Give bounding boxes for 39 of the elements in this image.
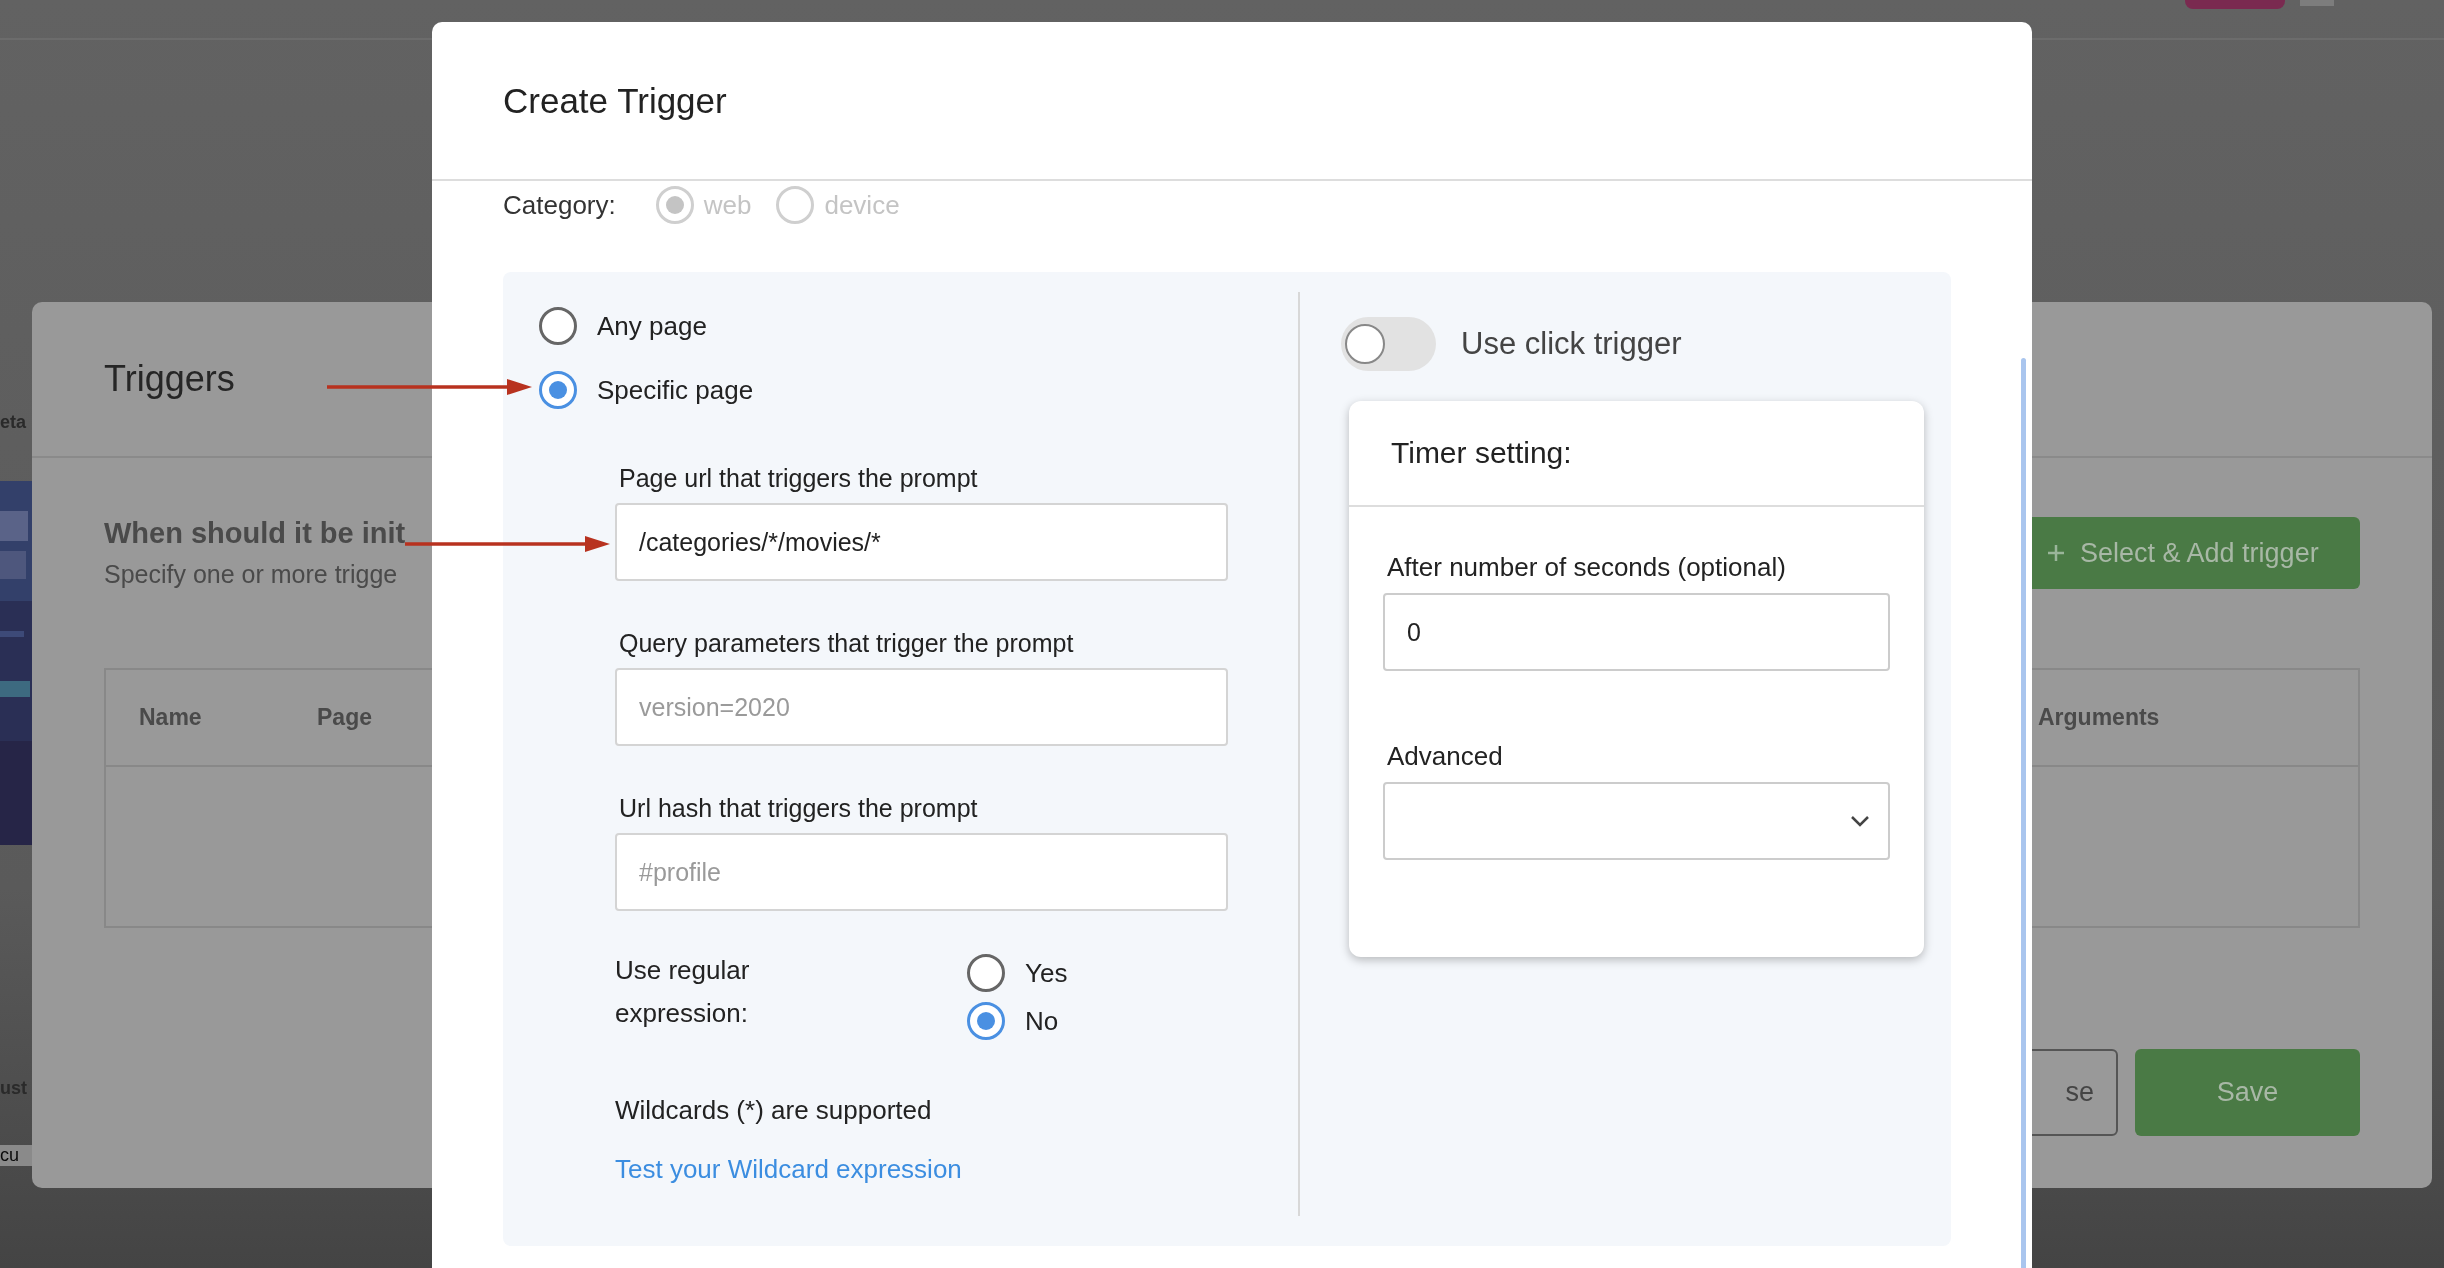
- dialog-title: Triggers: [104, 358, 235, 400]
- field-label: Category:: [503, 189, 616, 221]
- radio-button[interactable]: [539, 307, 577, 345]
- hint-text: Wildcards (*) are supported: [615, 1095, 933, 1126]
- page-text: cu: [0, 1145, 32, 1166]
- column-header: Page: [317, 704, 372, 731]
- input-field[interactable]: /categories/*/movies/*: [615, 503, 1228, 581]
- field-label: Query parameters that trigger the prompt: [618, 629, 1075, 658]
- scrollbar[interactable]: [2021, 358, 2026, 1268]
- radio-button[interactable]: [967, 1002, 1005, 1040]
- radio-button[interactable]: [539, 371, 577, 409]
- radio-label: web: [703, 189, 752, 221]
- radio-label: Yes: [1025, 957, 1068, 989]
- card-title: Timer setting:: [1391, 436, 1572, 470]
- toggle-switch[interactable]: [1341, 317, 1436, 371]
- dialog-title: Create Trigger: [503, 80, 727, 121]
- field-label: Use regular expression:: [615, 954, 751, 1030]
- save-button[interactable]: Save: [2135, 1049, 2360, 1136]
- radio-label: Specific page: [597, 374, 754, 406]
- radio-label: device: [824, 189, 900, 221]
- section-description: Specify one or more trigge: [104, 560, 399, 589]
- radio-button[interactable]: [967, 954, 1005, 992]
- column-header: Name: [139, 704, 203, 731]
- column-header: Arguments: [2038, 704, 2161, 731]
- test-wildcard-link[interactable]: Test your Wildcard expression: [615, 1154, 962, 1185]
- chevron-down-icon: [1850, 815, 1870, 827]
- radio-label: Any page: [597, 310, 707, 342]
- section-heading: When should it be init: [104, 517, 406, 550]
- input-field[interactable]: version=2020: [615, 668, 1228, 746]
- field-label: After number of seconds (optional): [1386, 552, 1787, 583]
- field-label: Page url that triggers the prompt: [618, 464, 979, 493]
- input-field[interactable]: #profile: [615, 833, 1228, 911]
- radio-label: No: [1025, 1005, 1059, 1037]
- field-label: Advanced: [1386, 741, 1504, 772]
- select-field[interactable]: [1383, 782, 1890, 860]
- field-label: Url hash that triggers the prompt: [618, 794, 979, 823]
- toggle-label: Use click trigger: [1461, 326, 1682, 362]
- plus-icon: [2046, 543, 2066, 563]
- input-field[interactable]: 0: [1383, 593, 1890, 671]
